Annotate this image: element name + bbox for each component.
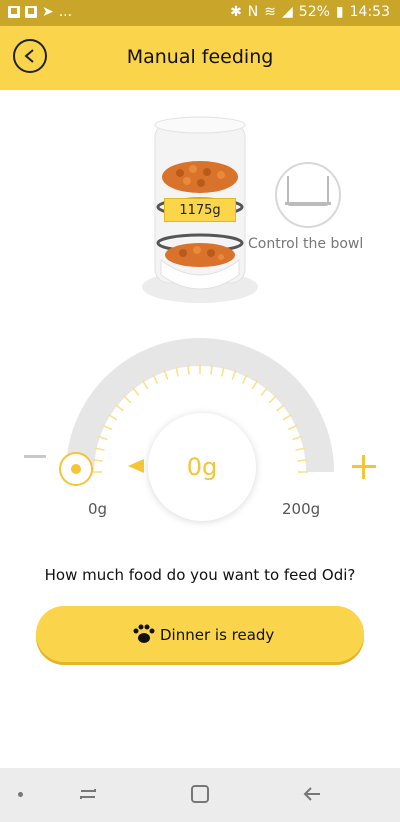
battery-icon: ▮ <box>335 4 344 20</box>
gauge-tick <box>282 413 292 421</box>
recent-apps-icon[interactable] <box>78 784 98 804</box>
gauge-tick <box>276 404 285 412</box>
bluetooth-icon: ✱ <box>230 4 242 20</box>
wifi-icon: ≋ <box>264 4 277 20</box>
gauge-tick <box>260 387 268 396</box>
gauge-pointer-icon <box>128 459 144 473</box>
control-bowl-button[interactable] <box>275 162 341 228</box>
battery-percent: 52% <box>298 4 330 20</box>
dinner-ready-label: Dinner is ready <box>160 626 275 644</box>
paw-icon <box>133 624 155 643</box>
gauge-slider-handle[interactable] <box>59 452 93 486</box>
food-weight-label: 1175g <box>164 198 236 222</box>
flipboard-icon <box>8 6 20 18</box>
status-bar: ➤ ... ✱ N ≋ ◢ 52% ▮ 14:53 <box>0 0 400 26</box>
status-left-icons: ➤ ... <box>8 4 72 20</box>
back-nav-icon[interactable] <box>302 784 322 804</box>
decrease-button[interactable] <box>24 455 46 458</box>
send-icon: ➤ <box>42 4 54 20</box>
gauge-tick <box>123 395 132 404</box>
status-right-icons: ✱ N ≋ ◢ 52% ▮ 14:53 <box>230 4 390 20</box>
feed-question: How much food do you want to feed Odi? <box>44 566 356 584</box>
gauge-tick <box>241 374 248 385</box>
gauge-tick <box>141 380 149 390</box>
more-notifications: ... <box>58 4 73 20</box>
signal-icon: ◢ <box>282 4 293 20</box>
amount-display: 0g <box>148 413 256 521</box>
gauge-tick <box>251 380 259 390</box>
gauge-tick <box>115 404 124 412</box>
gauge-tick <box>287 424 298 431</box>
dinner-ready-button[interactable]: Dinner is ready <box>36 606 364 662</box>
home-icon[interactable] <box>190 784 210 804</box>
gauge-tick <box>108 413 118 421</box>
gauge-tick <box>132 387 140 396</box>
app-header: Manual feeding <box>0 26 400 90</box>
nfc-icon: N <box>247 4 259 20</box>
gauge-tick <box>268 395 277 404</box>
flipboard-icon <box>25 6 37 18</box>
nav-indicator <box>18 792 23 797</box>
gauge-tick <box>152 374 159 385</box>
control-bowl-label: Control the bowl <box>248 236 364 252</box>
gauge-max-label: 200g <box>282 500 321 518</box>
system-nav-bar <box>0 768 400 822</box>
clock: 14:53 <box>349 4 390 20</box>
gauge-tick <box>102 424 113 431</box>
increase-button[interactable] <box>352 455 376 479</box>
gauge-min-label: 0g <box>88 500 108 518</box>
page-title: Manual feeding <box>126 46 274 68</box>
amount-value: 0g <box>186 453 218 481</box>
